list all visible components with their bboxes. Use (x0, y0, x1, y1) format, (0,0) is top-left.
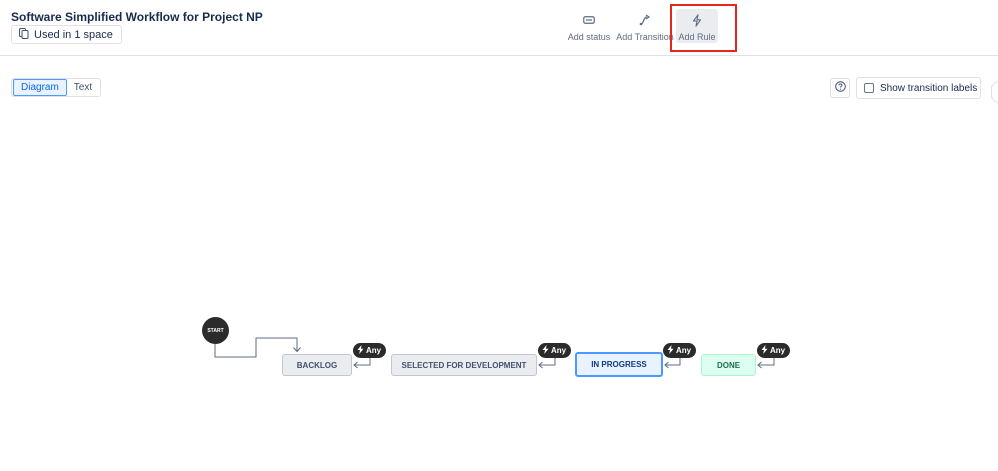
status-backlog[interactable]: BACKLOG (282, 354, 352, 376)
workflow-connectors (214, 337, 775, 369)
lightning-bolt-icon (761, 345, 768, 356)
any-transition-label: Any (366, 346, 382, 355)
any-transition-badge-backlog[interactable]: Any (353, 343, 387, 358)
any-transition-badge-done[interactable]: Any (757, 343, 791, 358)
any-transition-badge-selected[interactable]: Any (538, 343, 572, 358)
status-done[interactable]: DONE (701, 354, 756, 376)
any-transition-label: Any (551, 346, 567, 355)
status-selected-for-development[interactable]: SELECTED FOR DEVELOPMENT (391, 354, 537, 376)
status-in-progress[interactable]: IN PROGRESS (575, 352, 663, 377)
any-transition-badge-in-progress[interactable]: Any (663, 343, 697, 358)
any-transition-label: Any (770, 346, 786, 355)
lightning-bolt-icon (667, 345, 674, 356)
start-node[interactable]: START (202, 317, 229, 344)
any-transition-label: Any (676, 346, 692, 355)
lightning-bolt-icon (542, 345, 549, 356)
lightning-bolt-icon (357, 345, 364, 356)
